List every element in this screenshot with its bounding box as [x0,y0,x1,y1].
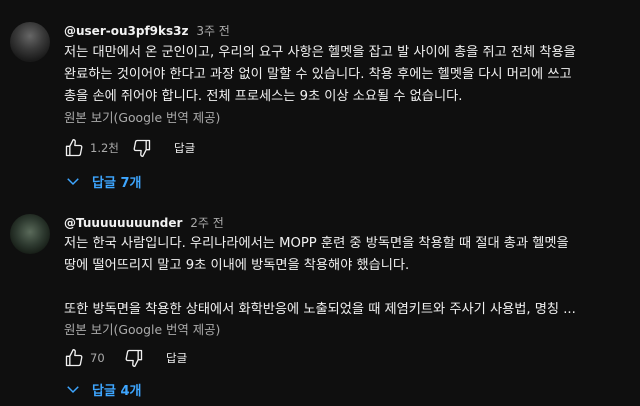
comment-actions: 70 답글 [62,346,187,370]
comment-header: @user-ou3pf9ks3z 3주 전 [64,22,230,39]
thumb-down-icon [125,349,143,367]
thumb-up-icon [65,349,83,367]
comment-line: 땅에 떨어뜨리지 말고 9초 이내에 방독면을 착용해야 했습니다. [64,258,410,273]
comment-text: 저는 대만에서 온 군인이고, 우리의 요구 사항은 헬멧을 잡고 발 사이에 … [64,42,630,108]
thumb-up-icon [65,139,83,157]
reply-button[interactable]: 답글 [166,350,187,366]
dislike-button[interactable] [130,136,154,160]
replies-label: 답글 4개 [92,383,142,399]
view-replies-button[interactable]: 답글 4개 [64,373,141,405]
see-original-link[interactable]: 원본 보기(Google 번역 제공) [64,108,220,126]
avatar[interactable] [10,214,50,254]
comment-line: 총을 손에 쥐어야 합니다. 전체 프로세스는 9초 이상 소요될 수 없습니다… [64,89,463,104]
chevron-down-icon [67,178,79,186]
replies-label: 답글 7개 [92,175,142,191]
comment-time[interactable]: 2주 전 [190,216,224,230]
comment-author[interactable]: @Tuuuuuuuunder [64,216,182,230]
comment-time[interactable]: 3주 전 [196,24,230,38]
comment-header: @Tuuuuuuuunder 2주 전 [64,214,224,231]
reply-button[interactable]: 답글 [174,140,195,156]
comment-line: 저는 대만에서 온 군인이고, 우리의 요구 사항은 헬멧을 잡고 발 사이에 … [64,45,576,60]
avatar[interactable] [10,22,50,62]
comment-line: 또한 방독면을 착용한 상태에서 화학반응에 노출되었을 때 제염키트와 주사기… [64,302,576,317]
like-count: 1.2천 [90,141,119,155]
comment-text: 저는 한국 사람입니다. 우리나라에서는 MOPP 훈련 중 방독면을 착용할 … [64,233,630,321]
see-original-link[interactable]: 원본 보기(Google 번역 제공) [64,320,220,338]
chevron-down-icon [67,386,79,394]
comment-author[interactable]: @user-ou3pf9ks3z [64,24,188,38]
comment-line [64,277,630,299]
comment-actions: 1.2천 답글 [62,136,195,160]
dislike-button[interactable] [122,346,146,370]
view-replies-button[interactable]: 답글 7개 [64,165,141,197]
thumb-down-icon [133,139,151,157]
like-button[interactable] [62,136,86,160]
like-count: 70 [90,351,105,365]
like-button[interactable] [62,346,86,370]
comment-line: 완료하는 것이어야 한다고 과장 없이 말할 수 있습니다. 착용 후에는 헬멧… [64,67,572,82]
comment-line: 저는 한국 사람입니다. 우리나라에서는 MOPP 훈련 중 방독면을 착용할 … [64,236,569,251]
